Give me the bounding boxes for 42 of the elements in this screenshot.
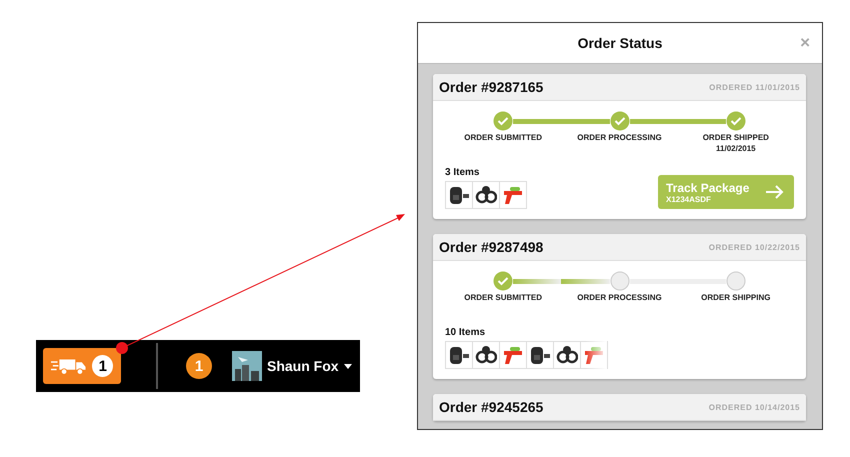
track-package-button[interactable]: Track Package X1234ASDF (658, 175, 794, 209)
order-number: Order #9287165 (439, 79, 544, 95)
product-thumbnail[interactable] (472, 341, 500, 369)
modal-title: Order Status (578, 35, 662, 51)
water-gun-icon (583, 345, 605, 365)
order-date: ORDERED 11/01/2015 (709, 82, 800, 92)
items-count: 10 Items (445, 327, 486, 338)
step-label: ORDER SUBMITTED (464, 293, 542, 302)
product-thumbnail[interactable] (526, 341, 554, 369)
product-thumbnail[interactable] (553, 341, 581, 369)
step-label: ORDER PROCESSING (577, 133, 662, 142)
step-label: ORDER SHIPPED (702, 133, 769, 142)
notification-badge[interactable]: 1 (186, 353, 212, 379)
order-date: ORDERED 10/14/2015 (708, 402, 800, 412)
order-number: Order #9245265 (439, 399, 544, 415)
step-label: ORDER SUBMITTED (464, 133, 542, 142)
gear-cluster-icon (475, 185, 497, 205)
product-thumbnail[interactable] (499, 181, 527, 209)
product-thumbnail[interactable] (445, 181, 473, 209)
water-gun-icon (502, 185, 524, 205)
order-number: Order #9287498 (439, 239, 544, 255)
product-thumbnail[interactable] (580, 341, 608, 369)
backpack-icon (448, 345, 470, 365)
product-thumbnail[interactable] (499, 341, 527, 369)
backpack-icon (448, 185, 470, 205)
step-label: ORDER SHIPPING (701, 293, 770, 302)
gear-cluster-icon (556, 345, 578, 365)
items-count: 3 Items (445, 167, 480, 178)
product-thumbnail[interactable] (472, 181, 500, 209)
product-thumbnail[interactable] (445, 341, 473, 369)
deliveries-button[interactable]: 1 (43, 348, 121, 384)
water-gun-icon (502, 345, 524, 365)
order-date: ORDERED 10/22/2015 (708, 242, 800, 252)
right-arrow-icon (766, 185, 784, 199)
backpack-icon (529, 345, 551, 365)
gear-cluster-icon (475, 345, 497, 365)
caret-icon (344, 364, 352, 368)
close-button[interactable]: × (800, 33, 810, 53)
user-menu-button[interactable]: Shaun Fox (262, 358, 352, 374)
step-label: ORDER PROCESSING (577, 293, 662, 302)
step-date: 11/02/2015 (716, 144, 756, 153)
avatar-picture[interactable] (232, 351, 262, 381)
